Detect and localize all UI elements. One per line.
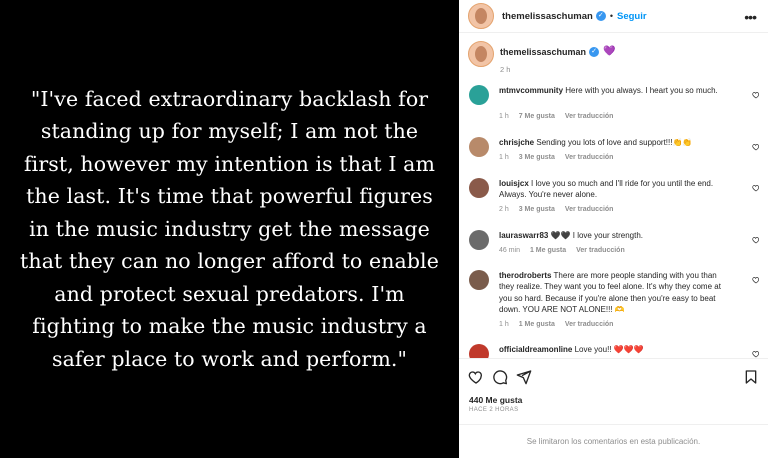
verified-badge-icon: ✓ (589, 46, 600, 57)
post-side-panel: themelissaschuman ✓ • Seguir ••• themeli… (459, 0, 768, 458)
follow-button[interactable]: Seguir (617, 11, 647, 22)
comment-text: I love you so much and I'll ride for you… (499, 179, 714, 200)
comment-avatar[interactable] (469, 344, 489, 358)
comment-likes[interactable]: 3 Me gusta (519, 154, 555, 161)
caption-username[interactable]: themelissaschuman (500, 47, 586, 57)
caption-avatar[interactable] (468, 41, 494, 67)
comment-time[interactable]: 2 h (499, 206, 509, 213)
comment-username[interactable]: louisjcx (499, 179, 529, 188)
comment-username[interactable]: mtmvcommunity (499, 86, 563, 95)
comment-avatar[interactable] (469, 85, 489, 105)
comment-time[interactable]: 1 h (499, 321, 509, 328)
comment-likes[interactable]: 3 Me gusta (519, 206, 555, 213)
share-send-icon[interactable] (516, 369, 532, 385)
comment-text: Love you!! ❤️❤️❤️ (574, 345, 644, 354)
comment-time[interactable]: 46 min (499, 247, 520, 254)
like-heart-icon[interactable] (468, 369, 484, 385)
comment-likes[interactable]: 1 Me gusta (519, 321, 555, 328)
like-comment-heart-icon[interactable] (752, 350, 760, 358)
post-quote-text: "I've faced extraordinary backlash for s… (20, 86, 439, 371)
like-comment-heart-icon[interactable] (752, 143, 760, 151)
caption-emoji: 💜 (603, 46, 616, 57)
comment-username[interactable]: chrisjche (499, 138, 534, 147)
comment-time[interactable]: 1 h (499, 113, 509, 120)
comment-username[interactable]: lauraswarr83 (499, 231, 548, 240)
more-options-icon[interactable]: ••• (744, 9, 757, 25)
translate-link[interactable]: Ver traducción (576, 247, 625, 254)
translate-link[interactable]: Ver traducción (565, 113, 614, 120)
translate-link[interactable]: Ver traducción (565, 321, 614, 328)
post-timestamp[interactable]: HACE 2 HORAS (469, 407, 518, 413)
separator-dot: • (609, 11, 613, 21)
comments-list[interactable]: themelissaschuman ✓ 💜 2 h mtmvcommunity … (459, 33, 768, 358)
post-media: "I've faced extraordinary backlash for s… (0, 0, 459, 458)
likes-count[interactable]: 440 Me gusta (469, 395, 522, 405)
comment-username[interactable]: therodroberts (499, 271, 551, 280)
post-actions: 440 Me gusta HACE 2 HORAS (459, 358, 768, 432)
comment-text: Here with you always. I heart you so muc… (565, 86, 718, 95)
translate-link[interactable]: Ver traducción (565, 154, 614, 161)
comment-avatar[interactable] (469, 178, 489, 198)
comment-text: Sending you lots of love and support!!!👏… (536, 138, 693, 147)
comment-time[interactable]: 1 h (499, 154, 509, 161)
like-comment-heart-icon[interactable] (752, 91, 760, 99)
comment-likes[interactable]: 7 Me gusta (519, 113, 555, 120)
comment-text: 🖤🖤 I love your strength. (550, 231, 644, 240)
comments-limited-notice: Se limitaron los comentarios en esta pub… (459, 424, 768, 458)
comment-avatar[interactable] (469, 230, 489, 250)
like-comment-heart-icon[interactable] (752, 276, 760, 284)
caption-time[interactable]: 2 h (500, 65, 510, 74)
post-header: themelissaschuman ✓ • Seguir ••• (459, 0, 768, 33)
like-comment-heart-icon[interactable] (752, 236, 760, 244)
save-bookmark-icon[interactable] (743, 369, 759, 385)
translate-link[interactable]: Ver traducción (565, 206, 614, 213)
comment-avatar[interactable] (469, 137, 489, 157)
like-comment-heart-icon[interactable] (752, 184, 760, 192)
verified-badge-icon: ✓ (595, 11, 606, 21)
comment-bubble-icon[interactable] (492, 369, 508, 385)
author-username[interactable]: themelissaschuman (502, 11, 593, 22)
comment-likes[interactable]: 1 Me gusta (530, 247, 566, 254)
comment-avatar[interactable] (469, 270, 489, 290)
avatar[interactable] (468, 3, 494, 29)
comment-username[interactable]: officialdreamonline (499, 345, 572, 354)
